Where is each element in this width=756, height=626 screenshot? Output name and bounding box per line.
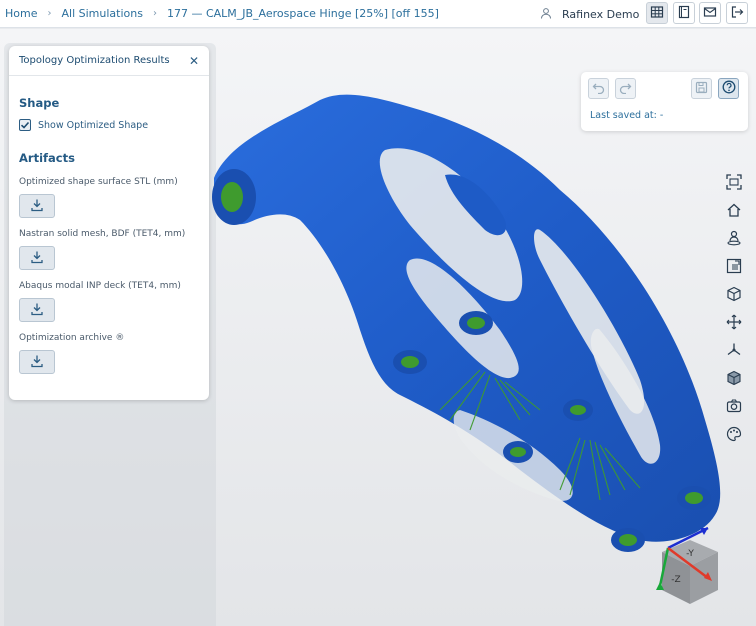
save-button[interactable]	[691, 78, 712, 99]
save-panel: Last saved at: -	[581, 72, 748, 131]
artifact-label: Optimization archive ®	[19, 333, 125, 343]
artifact-item: Nastran solid mesh, BDF (TET4, mm)	[9, 229, 209, 270]
3d-viewport[interactable]: -Y -Z Last saved at: - Topology Optimiza…	[0, 29, 756, 626]
cube-view-button[interactable]	[723, 285, 745, 307]
download-icon	[30, 301, 44, 320]
undo-icon	[592, 79, 605, 98]
user-menu[interactable]: Rafinex Demo	[540, 0, 639, 28]
user-icon	[540, 7, 552, 22]
view-cube-front-label: -Z	[671, 575, 680, 585]
table-button[interactable]	[646, 2, 668, 24]
show-optimized-shape-toggle[interactable]: Show Optimized Shape	[9, 119, 209, 131]
axes-icon	[726, 342, 742, 362]
help-button[interactable]	[718, 78, 739, 99]
user-pin-icon	[726, 230, 742, 250]
screenshot-button[interactable]	[723, 397, 745, 419]
artifact-item: Optimization archive ®	[9, 333, 209, 374]
section-button[interactable]	[723, 257, 745, 279]
breadcrumb-all-simulations[interactable]: All Simulations	[61, 7, 142, 20]
show-optimized-shape-label: Show Optimized Shape	[38, 119, 149, 131]
save-icon	[695, 79, 708, 98]
breadcrumb: Home › All Simulations › 177 — CALM_JB_A…	[0, 7, 439, 20]
download-icon	[30, 353, 44, 372]
palette-icon	[726, 426, 742, 446]
solid-view-button[interactable]	[723, 369, 745, 391]
home-view-button[interactable]	[723, 201, 745, 223]
breadcrumb-home[interactable]: Home	[5, 7, 37, 20]
artifact-item: Abaqus modal INP deck (TET4, mm)	[9, 281, 209, 322]
appearance-button[interactable]	[723, 425, 745, 447]
solid-cube-icon	[726, 370, 742, 390]
shape-section-title: Shape	[19, 96, 60, 110]
view-cube-top-label: -Y	[686, 549, 694, 559]
breadcrumb-current-simulation[interactable]: 177 — CALM_JB_Aerospace Hinge [25%] [off…	[167, 7, 439, 20]
cube-icon	[726, 286, 742, 306]
download-abaqus-button[interactable]	[19, 298, 55, 322]
user-pin-button[interactable]	[723, 229, 745, 251]
section-icon	[726, 258, 742, 278]
user-name: Rafinex Demo	[562, 7, 640, 21]
undo-button[interactable]	[588, 78, 609, 99]
move-button[interactable]	[723, 313, 745, 335]
fit-view-icon	[726, 174, 742, 194]
axes-button[interactable]	[723, 341, 745, 363]
download-archive-button[interactable]	[19, 350, 55, 374]
artifact-item: Optimized shape surface STL (mm)	[9, 177, 209, 218]
results-panel: Topology Optimization Results ✕ Shape Sh…	[9, 46, 209, 400]
redo-icon	[619, 79, 632, 98]
artifact-label: Abaqus modal INP deck (TET4, mm)	[19, 281, 181, 291]
last-saved-text: Last saved at: -	[590, 110, 664, 121]
download-icon	[30, 249, 44, 268]
download-stl-button[interactable]	[19, 194, 55, 218]
home-view-icon	[726, 202, 742, 222]
results-panel-header: Topology Optimization Results ✕	[9, 46, 209, 76]
redo-button[interactable]	[615, 78, 636, 99]
table-icon	[650, 4, 664, 23]
top-bar: Home › All Simulations › 177 — CALM_JB_A…	[0, 0, 756, 28]
move-icon	[726, 314, 742, 334]
notebook-button[interactable]	[673, 2, 695, 24]
download-icon	[30, 197, 44, 216]
logout-button[interactable]	[726, 2, 748, 24]
camera-icon	[726, 398, 742, 418]
mail-icon	[703, 4, 717, 23]
logout-icon	[730, 4, 744, 23]
show-optimized-shape-checkbox[interactable]	[19, 119, 31, 131]
fit-view-button[interactable]	[723, 173, 745, 195]
close-icon[interactable]: ✕	[189, 54, 199, 68]
checkmark-icon	[20, 121, 30, 129]
results-panel-title: Topology Optimization Results	[19, 55, 170, 66]
chevron-right-icon: ›	[47, 8, 52, 19]
chevron-right-icon: ›	[152, 8, 157, 19]
artifact-label: Nastran solid mesh, BDF (TET4, mm)	[19, 229, 186, 239]
artifact-label: Optimized shape surface STL (mm)	[19, 177, 178, 187]
download-nastran-button[interactable]	[19, 246, 55, 270]
notebook-icon	[677, 4, 691, 23]
artifacts-section-title: Artifacts	[19, 151, 75, 165]
mail-button[interactable]	[699, 2, 721, 24]
help-icon	[722, 79, 736, 98]
